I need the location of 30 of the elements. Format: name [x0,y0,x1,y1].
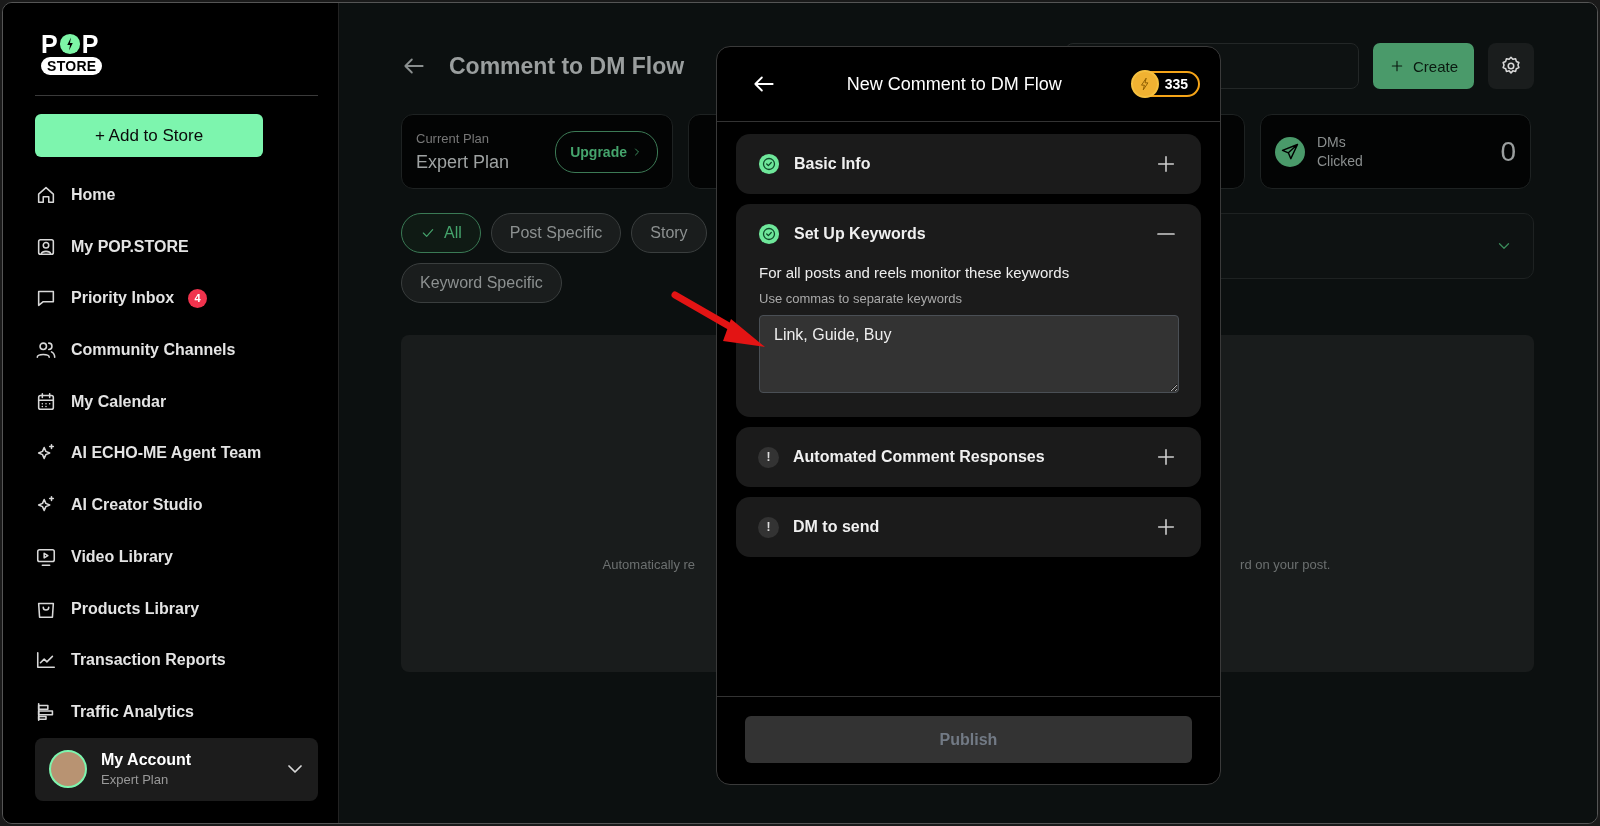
section-description: For all posts and reels monitor these keywords [759,264,1071,281]
status-badge: ! [758,516,779,538]
plan-name: Expert Plan [416,151,511,173]
logo-store: STORE [41,57,103,75]
nav-label: Transaction Reports [71,651,226,670]
nav-label: My POP.STORE [71,237,189,256]
account-name: My Account [101,751,193,770]
field-hint: Use commas to separate keywords [759,291,964,306]
count-badge: 4 [188,288,208,308]
nav-label: Community Channels [71,341,236,360]
logo-letter: P [81,33,99,55]
nav-label: Priority Inbox [71,289,175,308]
nav-label: Home [71,186,116,205]
nav-label: Video Library [71,547,173,566]
page-title: Comment to DM Flow [449,52,685,80]
nav-label: AI ECHO-ME Agent Team [71,444,262,463]
modal-title: New Comment to DM Flow [845,73,1063,95]
stat-value: 0 [1500,135,1516,168]
empty-state-text: rd on your post. [1240,557,1331,572]
account-plan: Expert Plan [101,772,170,788]
nav-label: Products Library [71,599,200,618]
stat-label: Current Plan [416,130,490,146]
nav-label: My Calendar [71,392,167,411]
nav-label: AI Creator Studio [71,496,203,515]
credits-count: 335 [1164,76,1188,92]
logo-letter: P [41,33,58,55]
nav-label: Traffic Analytics [71,702,194,721]
empty-state-text: Automatically re [602,557,696,572]
stat-label: DMs Clicked [1317,133,1364,170]
status-badge: ! [758,446,779,468]
